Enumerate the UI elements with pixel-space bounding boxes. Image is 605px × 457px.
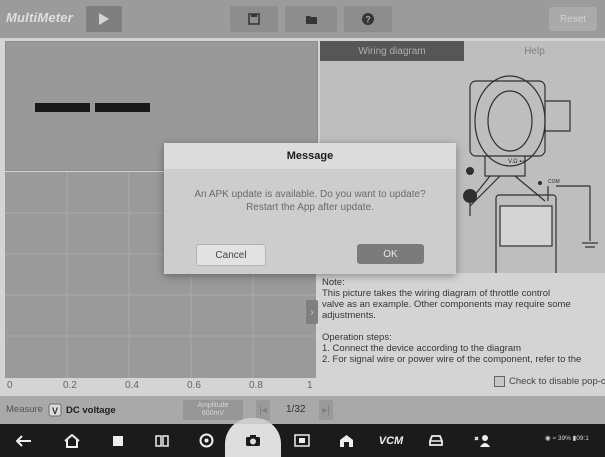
dialog-message-line: An APK update is available. Do you want …: [194, 189, 426, 200]
dialog-message-line: Restart the App after update.: [246, 202, 374, 213]
record-icon: [294, 434, 310, 447]
cancel-button[interactable]: Cancel: [196, 244, 266, 266]
remote-support-button[interactable]: [470, 424, 494, 457]
ok-button[interactable]: OK: [357, 244, 424, 264]
back-button[interactable]: [12, 424, 36, 457]
dialog-title: Message: [164, 143, 456, 169]
vehicle-button[interactable]: [424, 424, 448, 457]
recent-apps-button[interactable]: [106, 424, 130, 457]
back-icon: [16, 434, 31, 447]
home-button[interactable]: [60, 424, 84, 457]
battery-time: 39% ▮09:1: [557, 435, 589, 442]
dialog-message: An APK update is available. Do you want …: [164, 188, 456, 214]
vcm-label: VCM: [378, 434, 404, 447]
screen-record-button[interactable]: [290, 424, 314, 457]
shop-button[interactable]: [334, 424, 358, 457]
vcm-button[interactable]: VCM: [374, 424, 408, 457]
browser-button[interactable]: [194, 424, 218, 457]
status-indicators: ◉ ≈ 39% ▮09:1: [545, 434, 589, 442]
car-icon: [429, 435, 443, 446]
home-icon: [64, 433, 80, 448]
square-icon: [113, 435, 123, 446]
split-screen-button[interactable]: [150, 424, 174, 457]
split-screen-icon: [155, 434, 169, 447]
screenshot-button[interactable]: [241, 424, 265, 457]
camera-icon: [246, 435, 260, 446]
browser-icon: [199, 433, 213, 448]
shop-icon: [339, 434, 353, 447]
wifi-icon: ◉ ≈: [545, 435, 558, 442]
remote-support-icon: [474, 434, 490, 447]
